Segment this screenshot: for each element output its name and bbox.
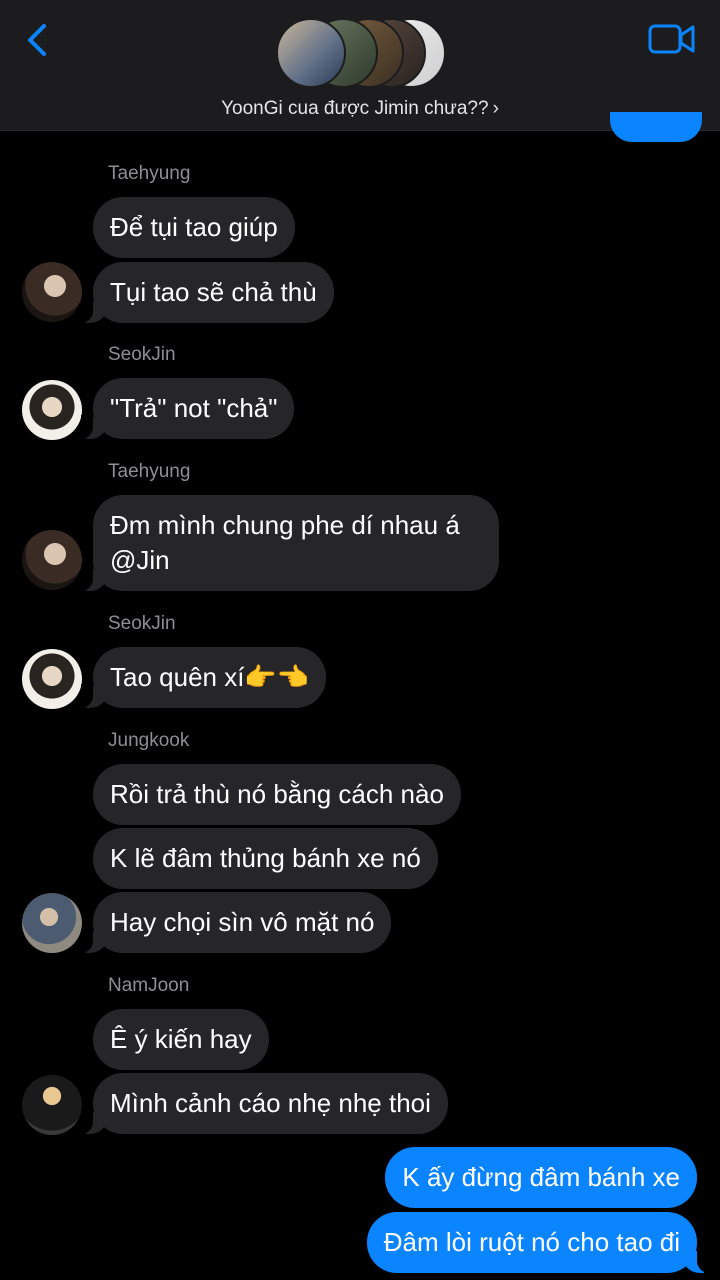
avatar-taehyung[interactable]: [22, 530, 82, 590]
message-bubble[interactable]: Ê ý kiến hay: [93, 1009, 269, 1070]
previous-outgoing-bubble: [610, 112, 702, 142]
sender-name: Taehyung: [108, 163, 191, 184]
group-avatars[interactable]: [276, 18, 446, 90]
avatar-namjoon[interactable]: [22, 1075, 82, 1135]
message-text: Mình cảnh cáo nhẹ nhẹ thoi: [110, 1088, 431, 1118]
message-text: Rồi trả thù nó bằng cách nào: [110, 779, 444, 809]
sender-name: Jungkook: [108, 730, 190, 751]
message-text: K lẽ đâm thủng bánh xe nó: [110, 843, 421, 873]
message-bubble[interactable]: Tao quên xí👉👈: [80, 647, 327, 708]
sender-name: NamJoon: [108, 975, 190, 996]
group-name-text: YoonGi cua được Jimin chưa??: [221, 98, 489, 119]
message-text: "Trả" not "chả": [110, 393, 278, 423]
avatar-jungkook[interactable]: [22, 893, 82, 953]
message-text: Tao quên xí👉👈: [110, 662, 310, 692]
message-text: K ấy đừng đâm bánh xe: [402, 1162, 680, 1192]
chevron-right-icon: ›: [492, 98, 499, 119]
message-bubble[interactable]: Để tụi tao giúp: [93, 197, 295, 258]
message-bubble[interactable]: "Trả" not "chả": [80, 378, 295, 439]
message-text: Ê ý kiến hay: [110, 1024, 252, 1054]
avatar-taehyung[interactable]: [22, 262, 82, 322]
message-bubble[interactable]: Mình cảnh cáo nhẹ nhẹ thoi: [81, 1073, 448, 1134]
message-text: Tụi tao sẽ chả thù: [110, 277, 317, 307]
avatar-seokjin[interactable]: [22, 380, 82, 440]
message-text: Để tụi tao giúp: [110, 212, 278, 242]
outgoing-bubble[interactable]: K ấy đừng đâm bánh xe: [385, 1147, 697, 1208]
avatar-seokjin[interactable]: [22, 649, 82, 709]
outgoing-bubble[interactable]: Đâm lòi ruột nó cho tao đi: [366, 1212, 710, 1273]
sender-name: Taehyung: [108, 461, 191, 482]
message-bubble[interactable]: Đm mình chung phe dí nhau á @Jin: [81, 495, 499, 591]
group-avatar-1: [276, 18, 346, 88]
message-bubble[interactable]: K lẽ đâm thủng bánh xe nó: [93, 828, 438, 889]
sender-name: SeokJin: [108, 344, 176, 365]
message-text: Đm mình chung phe dí nhau á @Jin: [110, 510, 460, 575]
video-camera-icon[interactable]: [648, 22, 696, 56]
message-bubble[interactable]: Hay chọi sìn vô mặt nó: [80, 892, 392, 953]
message-text: Hay chọi sìn vô mặt nó: [110, 907, 375, 937]
message-bubble[interactable]: Tụi tao sẽ chả thù: [81, 262, 334, 323]
back-chevron-icon[interactable]: [20, 20, 60, 60]
message-text: Đâm lòi ruột nó cho tao đi: [383, 1227, 680, 1257]
sender-name: SeokJin: [108, 613, 176, 634]
message-bubble[interactable]: Rồi trả thù nó bằng cách nào: [93, 764, 461, 825]
